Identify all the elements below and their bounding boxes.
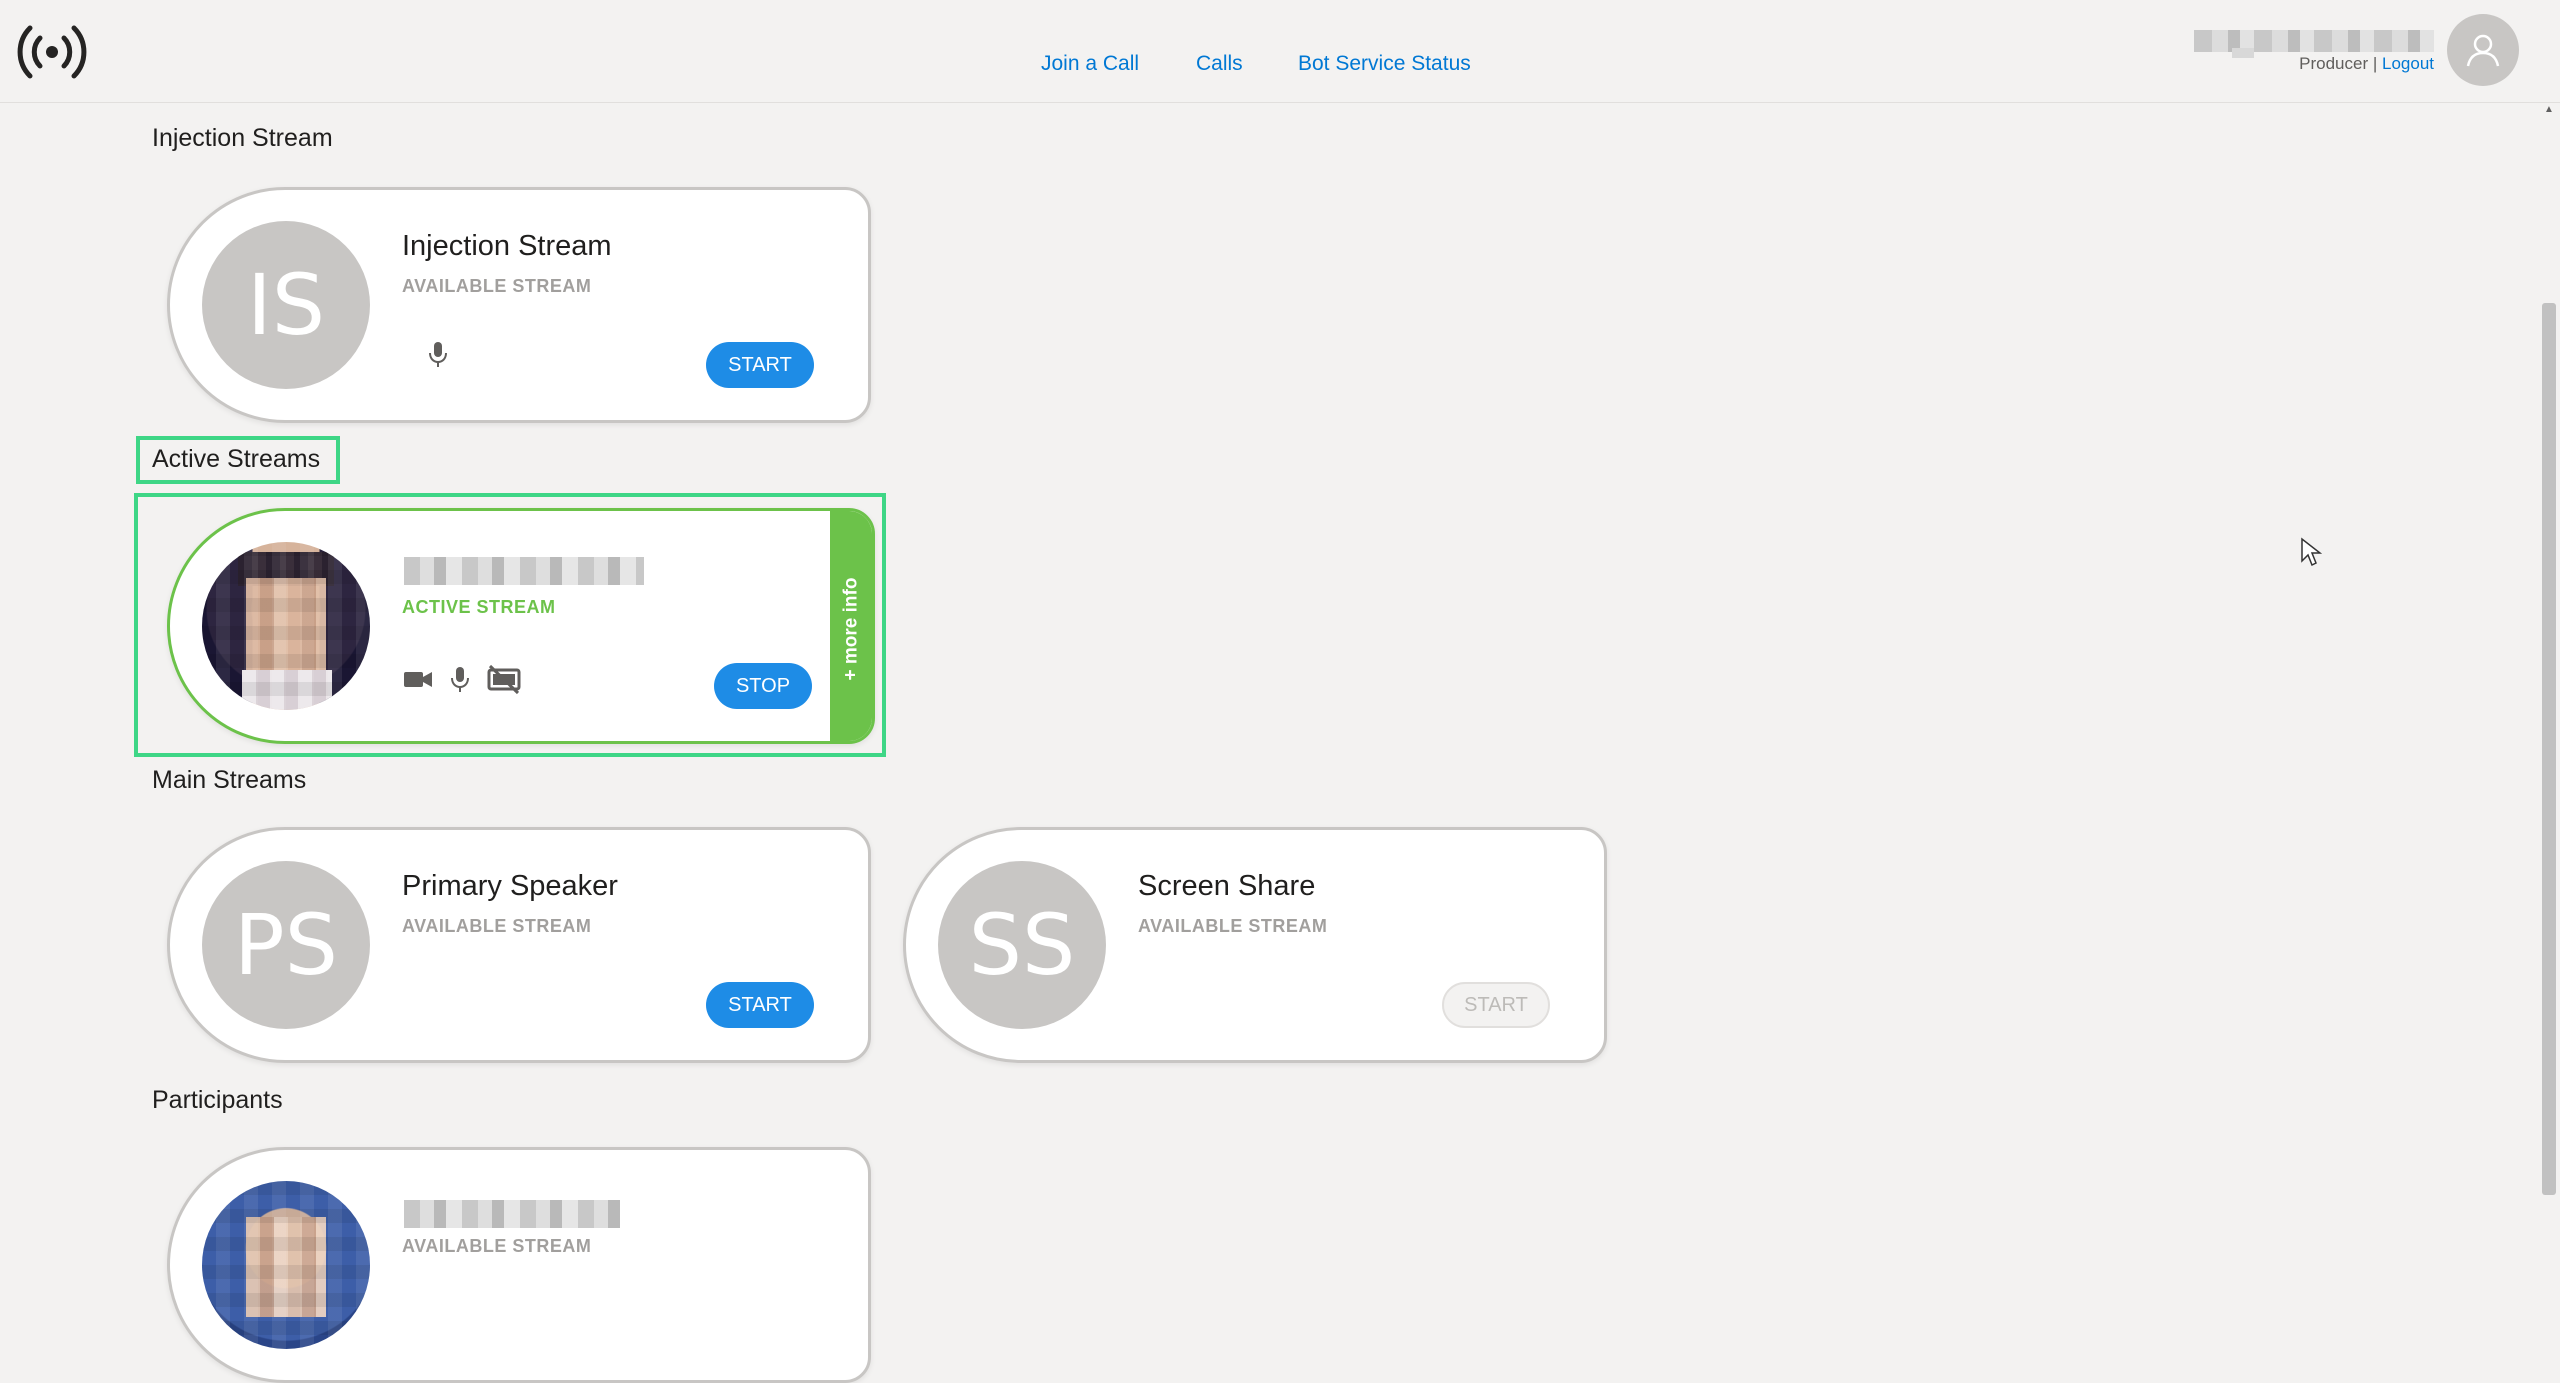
start-button[interactable]: START [706, 342, 814, 388]
active-stream-card-highlight [134, 493, 886, 757]
nav-calls[interactable]: Calls [1196, 52, 1243, 76]
avatar-initials: SS [938, 861, 1106, 1029]
stream-status: AVAILABLE STREAM [402, 1236, 592, 1256]
stream-status: AVAILABLE STREAM [402, 276, 592, 296]
stream-name: Injection Stream [402, 230, 612, 262]
stream-card-injection: IS Injection Stream AVAILABLE STREAM STA… [167, 187, 871, 423]
section-title-participants: Participants [152, 1086, 283, 1114]
user-name-redacted [2194, 30, 2434, 52]
participant-photo [202, 1181, 370, 1349]
stream-status: AVAILABLE STREAM [402, 916, 592, 936]
avatar-initials: PS [202, 861, 370, 1029]
microphone-icon [422, 338, 454, 370]
start-button-disabled[interactable]: START [1442, 982, 1550, 1028]
logout-link[interactable]: Logout [2382, 54, 2434, 73]
section-title-injection-stream: Injection Stream [152, 124, 333, 152]
mouse-cursor-icon [2300, 537, 2323, 567]
user-info: Producer | Logout [2174, 28, 2434, 88]
participant-name-redacted [404, 1200, 620, 1228]
user-name-redacted-fragment [2232, 48, 2254, 58]
user-role-separator: | [2372, 54, 2378, 73]
nav-join-a-call[interactable]: Join a Call [1041, 52, 1139, 76]
user-avatar-icon[interactable] [2447, 14, 2519, 86]
top-header: Join a Call Calls Bot Service Status Pro… [0, 0, 2560, 103]
stream-icons [422, 336, 454, 372]
user-role: Producer [2299, 54, 2369, 73]
photo-pixelation [202, 1181, 370, 1349]
avatar-initials: IS [202, 221, 370, 389]
nav-bot-service-status[interactable]: Bot Service Status [1298, 52, 1471, 76]
scroll-up-arrow-icon[interactable]: ▲ [2538, 103, 2560, 117]
stream-card-screen-share: SS Screen Share AVAILABLE STREAM START [903, 827, 1607, 1063]
stream-name: Primary Speaker [402, 870, 618, 902]
participant-card: AVAILABLE STREAM [167, 1147, 871, 1383]
page-scrollbar[interactable]: ▲ [2538, 103, 2560, 1272]
stream-name: Screen Share [1138, 870, 1316, 902]
stream-status: AVAILABLE STREAM [1138, 916, 1328, 936]
start-button[interactable]: START [706, 982, 814, 1028]
section-title-active-streams: Active Streams [152, 445, 321, 473]
scrollbar-thumb[interactable] [2542, 303, 2556, 1195]
stream-card-primary-speaker: PS Primary Speaker AVAILABLE STREAM STAR… [167, 827, 871, 1063]
user-role-line: Producer | Logout [2299, 54, 2434, 74]
section-title-main-streams: Main Streams [152, 766, 307, 794]
